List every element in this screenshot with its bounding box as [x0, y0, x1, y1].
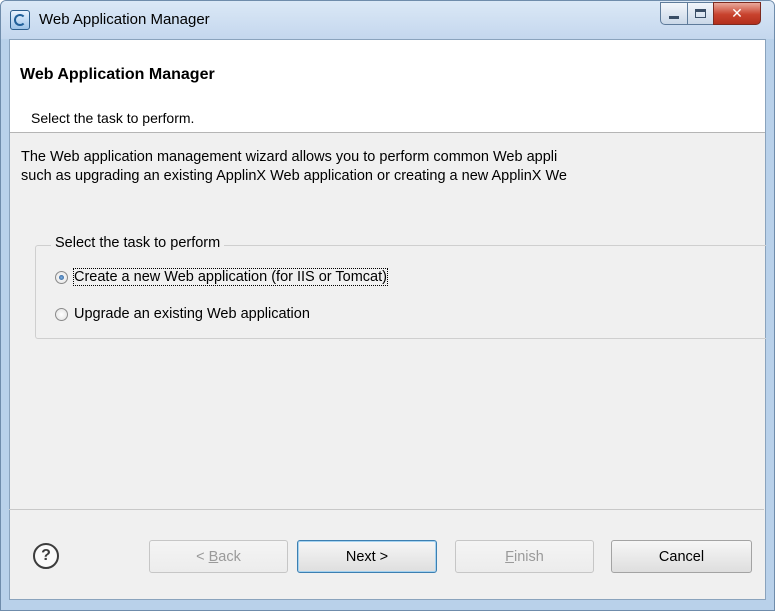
help-button[interactable]: ? [33, 543, 59, 569]
next-button[interactable]: Next > [297, 540, 437, 573]
back-button-mnemonic: B [208, 548, 219, 565]
maximize-button[interactable] [687, 2, 714, 25]
back-button-label: ack [218, 548, 241, 565]
wizard-description-line-1: The Web application management wizard al… [21, 149, 558, 165]
wizard-description-line-2: such as upgrading an existing ApplinX We… [21, 168, 567, 184]
task-groupbox [35, 245, 766, 339]
wizard-title: Web Application Manager [20, 66, 215, 83]
upgrade-radio[interactable] [55, 307, 68, 321]
minimize-button[interactable] [660, 2, 688, 25]
title-bar[interactable]: Web Application Manager ✕ [1, 1, 774, 39]
next-button-label: Next > [345, 548, 389, 565]
create-option-label[interactable]: Create a new Web application (for IIS or… [73, 268, 388, 286]
finish-button-mnemonic: F [505, 548, 515, 565]
back-button[interactable]: < Back [149, 540, 288, 573]
wizard-subtitle: Select the task to perform. [31, 110, 195, 126]
dialog-window: Web Application Manager ✕ Web Applicatio… [0, 0, 775, 611]
cancel-button-label: Cancel [658, 548, 705, 565]
create-option[interactable]: Create a new Web application (for IIS or… [55, 267, 388, 287]
task-group-legend: Select the task to perform [51, 235, 225, 251]
upgrade-option-label[interactable]: Upgrade an existing Web application [74, 306, 310, 322]
app-icon [10, 10, 30, 30]
close-button[interactable]: ✕ [713, 2, 761, 25]
wizard-header: Web Application Manager Select the task … [10, 40, 765, 133]
finish-button[interactable]: Finish [455, 540, 594, 573]
help-icon: ? [41, 547, 51, 564]
minimize-icon [669, 16, 679, 19]
upgrade-option[interactable]: Upgrade an existing Web application [55, 304, 310, 324]
button-bar-separator [9, 509, 764, 510]
cancel-button[interactable]: Cancel [611, 540, 752, 573]
create-radio[interactable] [55, 270, 68, 284]
finish-button-label: inish [514, 548, 544, 565]
maximize-icon [695, 9, 706, 18]
window-title: Web Application Manager [39, 11, 210, 28]
back-button-prefix: < [196, 548, 209, 565]
close-icon: ✕ [731, 5, 743, 22]
